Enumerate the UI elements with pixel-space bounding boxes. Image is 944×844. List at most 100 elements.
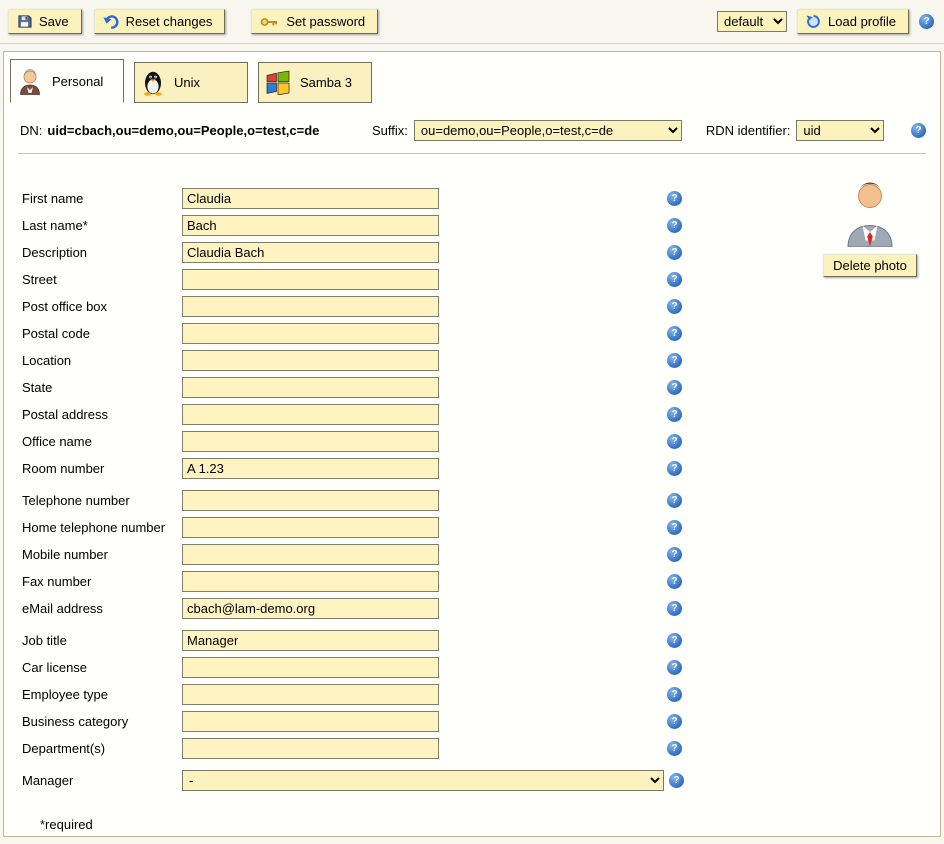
tab-personal-label: Personal	[52, 74, 103, 89]
form-row: Fax number?	[22, 568, 940, 595]
form-row: State?	[22, 374, 940, 401]
form-row: Description?	[22, 239, 940, 266]
save-button[interactable]: Save	[8, 9, 82, 34]
personal-form: First name?Last name*?Description?Street…	[4, 154, 940, 832]
post-office-box-input[interactable]	[182, 296, 439, 317]
first-name-label: First name	[22, 191, 182, 206]
help-icon[interactable]: ?	[669, 773, 684, 788]
department-s-input[interactable]	[182, 738, 439, 759]
department-s-label: Department(s)	[22, 741, 182, 756]
form-row: eMail address?	[22, 595, 940, 622]
delete-photo-label: Delete photo	[833, 258, 907, 273]
help-icon[interactable]: ?	[667, 461, 682, 476]
first-name-input[interactable]	[182, 188, 439, 209]
dn-row: DN: uid=cbach,ou=demo,ou=People,o=test,c…	[4, 103, 940, 153]
field-group: Telephone number?Home telephone number?M…	[22, 487, 940, 622]
manager-row: Manager - ?	[22, 767, 940, 794]
form-row: Telephone number?	[22, 487, 940, 514]
save-icon	[17, 14, 32, 29]
street-input[interactable]	[182, 269, 439, 290]
car-license-input[interactable]	[182, 657, 439, 678]
help-icon[interactable]: ?	[667, 601, 682, 616]
help-icon[interactable]: ?	[667, 660, 682, 675]
manager-select[interactable]: -	[182, 770, 664, 791]
form-row: Home telephone number?	[22, 514, 940, 541]
form-row: Last name*?	[22, 212, 940, 239]
telephone-number-input[interactable]	[182, 490, 439, 511]
state-label: State	[22, 380, 182, 395]
tux-penguin-icon	[141, 69, 165, 96]
employee-type-label: Employee type	[22, 687, 182, 702]
home-telephone-number-label: Home telephone number	[22, 520, 182, 535]
job-title-input[interactable]	[182, 630, 439, 651]
form-row: Postal address?	[22, 401, 940, 428]
set-password-label: Set password	[286, 14, 365, 29]
form-fields: First name?Last name*?Description?Street…	[22, 185, 940, 762]
tab-unix-label: Unix	[174, 75, 200, 90]
help-icon[interactable]: ?	[667, 714, 682, 729]
toolbar: Save Reset changes Set password default …	[0, 0, 944, 44]
postal-code-input[interactable]	[182, 323, 439, 344]
help-icon[interactable]: ?	[667, 633, 682, 648]
location-input[interactable]	[182, 350, 439, 371]
help-icon[interactable]: ?	[667, 493, 682, 508]
help-icon[interactable]: ?	[667, 407, 682, 422]
postal-address-input[interactable]	[182, 404, 439, 425]
help-icon[interactable]: ?	[667, 353, 682, 368]
rdn-identifier-select[interactable]: uid	[796, 120, 884, 141]
state-input[interactable]	[182, 377, 439, 398]
set-password-button[interactable]: Set password	[251, 9, 378, 34]
car-license-label: Car license	[22, 660, 182, 675]
help-icon[interactable]: ?	[667, 272, 682, 287]
help-icon[interactable]: ?	[667, 380, 682, 395]
help-icon[interactable]: ?	[667, 191, 682, 206]
help-icon[interactable]: ?	[667, 520, 682, 535]
save-button-label: Save	[39, 14, 69, 29]
suffix-select[interactable]: ou=demo,ou=People,o=test,c=de	[414, 120, 682, 141]
last-name-input[interactable]	[182, 215, 439, 236]
help-icon[interactable]: ?	[667, 218, 682, 233]
reset-changes-button[interactable]: Reset changes	[94, 9, 226, 34]
fax-number-label: Fax number	[22, 574, 182, 589]
field-group: Job title? Car license? Employee type? Busi…	[22, 627, 940, 762]
person-icon	[17, 68, 43, 95]
help-icon[interactable]: ?	[667, 245, 682, 260]
form-row: Job title?	[22, 627, 940, 654]
description-input[interactable]	[182, 242, 439, 263]
description-label: Description	[22, 245, 182, 260]
room-number-input[interactable]	[182, 458, 439, 479]
employee-type-input[interactable]	[182, 684, 439, 705]
mobile-number-input[interactable]	[182, 544, 439, 565]
email-address-input[interactable]	[182, 598, 439, 619]
business-category-label: Business category	[22, 714, 182, 729]
tab-unix[interactable]: Unix	[134, 62, 248, 103]
tab-samba3[interactable]: Samba 3	[258, 62, 372, 103]
suffix-label: Suffix:	[372, 123, 408, 138]
load-profile-label: Load profile	[828, 14, 896, 29]
business-category-input[interactable]	[182, 711, 439, 732]
profile-select[interactable]: default	[717, 11, 787, 32]
help-icon[interactable]: ?	[911, 123, 926, 138]
photo-area: Delete photo	[814, 179, 926, 277]
telephone-number-label: Telephone number	[22, 493, 182, 508]
help-icon[interactable]: ?	[667, 434, 682, 449]
help-icon[interactable]: ?	[667, 326, 682, 341]
help-icon[interactable]: ?	[667, 574, 682, 589]
undo-icon	[103, 15, 119, 29]
office-name-input[interactable]	[182, 431, 439, 452]
last-name-label: Last name*	[22, 218, 182, 233]
suffix-group: Suffix: ou=demo,ou=People,o=test,c=de	[372, 120, 682, 141]
tab-personal[interactable]: Personal	[10, 59, 124, 103]
help-icon[interactable]: ?	[667, 547, 682, 562]
help-icon[interactable]: ?	[667, 741, 682, 756]
help-icon[interactable]: ?	[919, 14, 934, 29]
fax-number-input[interactable]	[182, 571, 439, 592]
help-icon[interactable]: ?	[667, 687, 682, 702]
load-profile-button[interactable]: Load profile	[797, 9, 909, 34]
dn-group: DN: uid=cbach,ou=demo,ou=People,o=test,c…	[20, 123, 372, 138]
form-row: Department(s)?	[22, 735, 940, 762]
home-telephone-number-input[interactable]	[182, 517, 439, 538]
key-icon	[260, 16, 279, 28]
delete-photo-button[interactable]: Delete photo	[823, 254, 917, 277]
help-icon[interactable]: ?	[667, 299, 682, 314]
